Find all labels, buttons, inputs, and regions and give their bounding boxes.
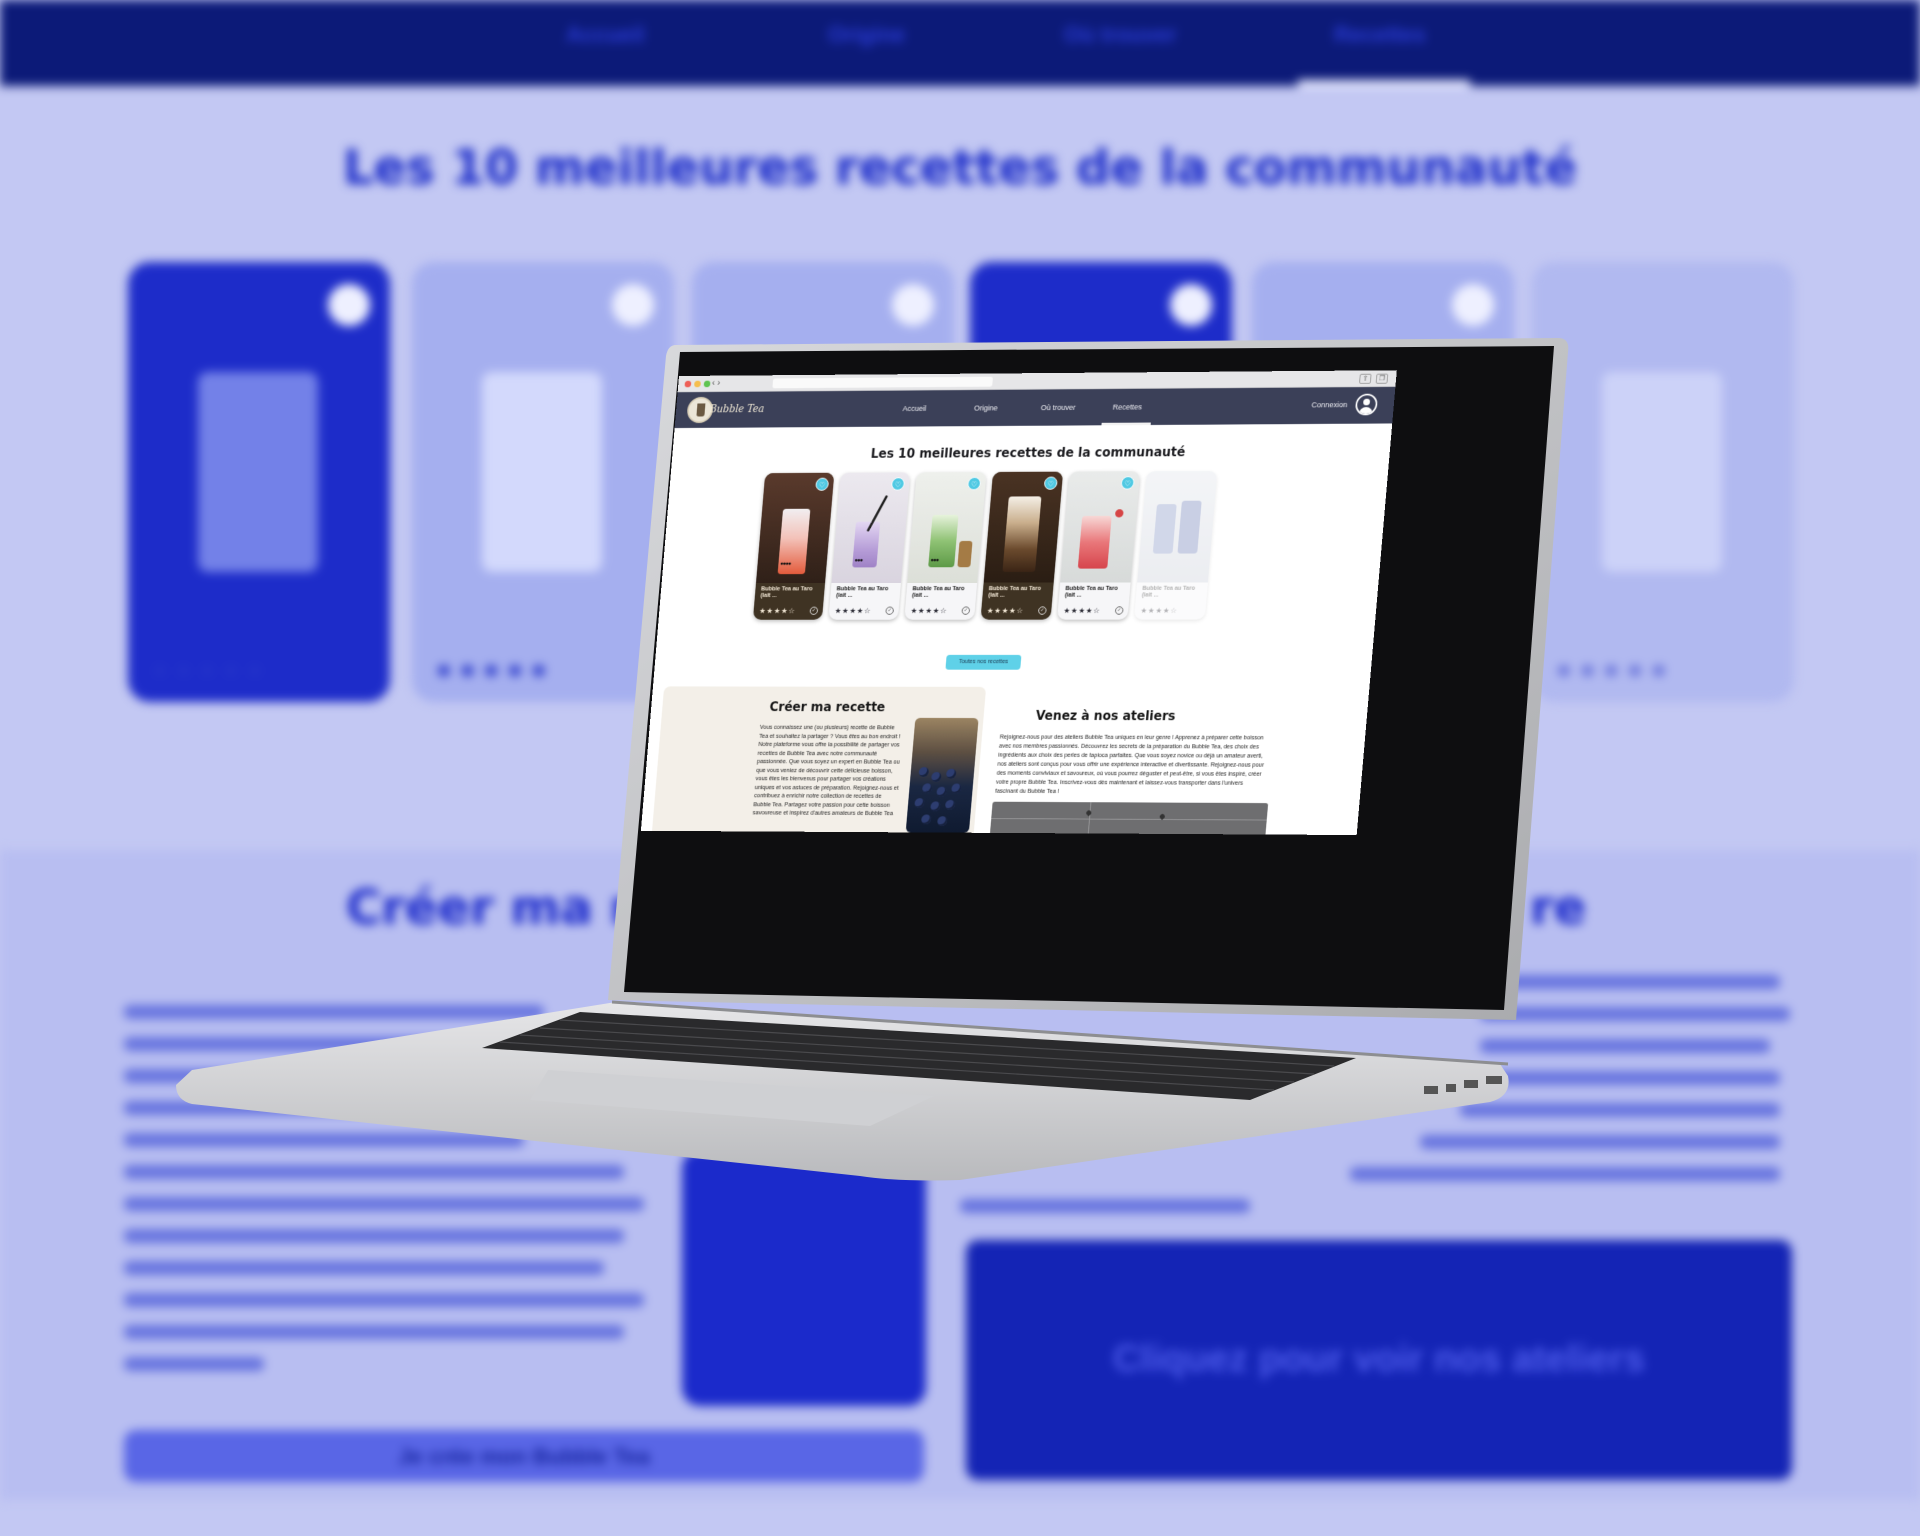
map-pin-icon [1085, 809, 1093, 817]
ateliers-title: Venez à nos ateliers [1035, 708, 1177, 724]
share-icon[interactable]: ⇪ [1359, 373, 1372, 384]
nav-ou-trouver[interactable]: Où trouver [1041, 403, 1076, 411]
nav-accueil[interactable]: Accueil [902, 404, 926, 412]
laptop-mockup: ‹ › ⇪ ❐ Bubble Tea Accueil Origine Où tr… [0, 0, 1920, 1536]
ateliers-map[interactable] [988, 801, 1269, 836]
recipe-card[interactable]: Bubble Tea au Taro (lait ... ★★★★☆ [1134, 470, 1218, 620]
minimize-dot[interactable] [694, 380, 701, 388]
nav-origine[interactable]: Origine [974, 404, 998, 412]
blueberry-jar-image [905, 717, 979, 833]
maximize-dot[interactable] [703, 380, 711, 388]
nav-active-underline [1101, 422, 1151, 426]
check-icon[interactable]: ✓ [961, 606, 971, 615]
create-recipe-title: Créer ma recette [768, 699, 886, 715]
check-icon[interactable]: ✓ [1114, 606, 1124, 615]
site-navbar: Bubble Tea Accueil Origine Où trouver Re… [674, 386, 1396, 429]
recipe-name: Bubble Tea au Taro (lait ... [1141, 585, 1196, 599]
recipe-name: Bubble Tea au Taro (lait ... [1064, 585, 1118, 599]
recipe-card[interactable]: ♡ Bubble Tea au Taro (lait ... ★★★★☆ ✓ [980, 471, 1064, 620]
cup-icon [696, 403, 706, 417]
all-recipes-button[interactable]: Toutes nos recettes [945, 654, 1022, 670]
recipe-name: Bubble Tea au Taro (lait ... [987, 585, 1042, 599]
recipe-card[interactable]: ●●●● ♡ Bubble Tea au Taro (lait ... ★★★★… [752, 472, 835, 620]
address-bar[interactable] [772, 376, 993, 389]
forward-icon[interactable]: › [717, 378, 721, 388]
close-dot[interactable] [684, 380, 692, 388]
back-icon[interactable]: ‹ [712, 378, 716, 388]
nav-recettes[interactable]: Recettes [1112, 403, 1142, 411]
laptop-screen: ‹ › ⇪ ❐ Bubble Tea Accueil Origine Où tr… [640, 370, 1397, 836]
star-rating: ★★★★☆ [1063, 606, 1101, 615]
recipe-card[interactable]: ♡ Bubble Tea au Taro (lait ... ★★★★☆ ✓ [1057, 471, 1141, 620]
user-avatar-icon[interactable] [1354, 393, 1379, 416]
star-rating: ★★★★☆ [986, 606, 1025, 615]
recipe-carousel: ●●●● ♡ Bubble Tea au Taro (lait ... ★★★★… [752, 470, 1221, 636]
recipe-card[interactable]: ●●● ♡ Bubble Tea au Taro (lait ... ★★★★☆… [828, 472, 911, 620]
create-recipe-text: Vous connaissez une (ou plusieurs) recet… [752, 724, 901, 817]
tabs-icon[interactable]: ❐ [1375, 373, 1389, 384]
check-icon[interactable]: ✓ [885, 606, 895, 615]
recipe-name: Bubble Tea au Taro (lait ... [835, 586, 889, 599]
top-recipes-title: Les 10 meilleures recettes de la communa… [870, 444, 1186, 462]
recipe-name: Bubble Tea au Taro (lait ... [911, 586, 965, 599]
browser-nav-arrows[interactable]: ‹ › [712, 378, 721, 388]
star-rating: ★★★★☆ [1140, 606, 1179, 615]
logo-text: Bubble Tea [709, 403, 765, 415]
ateliers-text: Rejoignez-nous pour des ateliers Bubble … [994, 734, 1265, 795]
check-icon[interactable]: ✓ [809, 606, 819, 615]
check-icon[interactable]: ✓ [1037, 606, 1047, 615]
login-link[interactable]: Connexion [1311, 401, 1347, 410]
star-rating: ★★★★☆ [910, 606, 948, 615]
recipe-name: Bubble Tea au Taro (lait ... [760, 586, 813, 599]
star-rating: ★★★★☆ [758, 606, 796, 615]
recipe-card[interactable]: ●●● ♡ Bubble Tea au Taro (lait ... ★★★★☆… [904, 471, 987, 620]
recipe-photo [1137, 470, 1218, 583]
star-rating: ★★★★☆ [834, 606, 872, 615]
